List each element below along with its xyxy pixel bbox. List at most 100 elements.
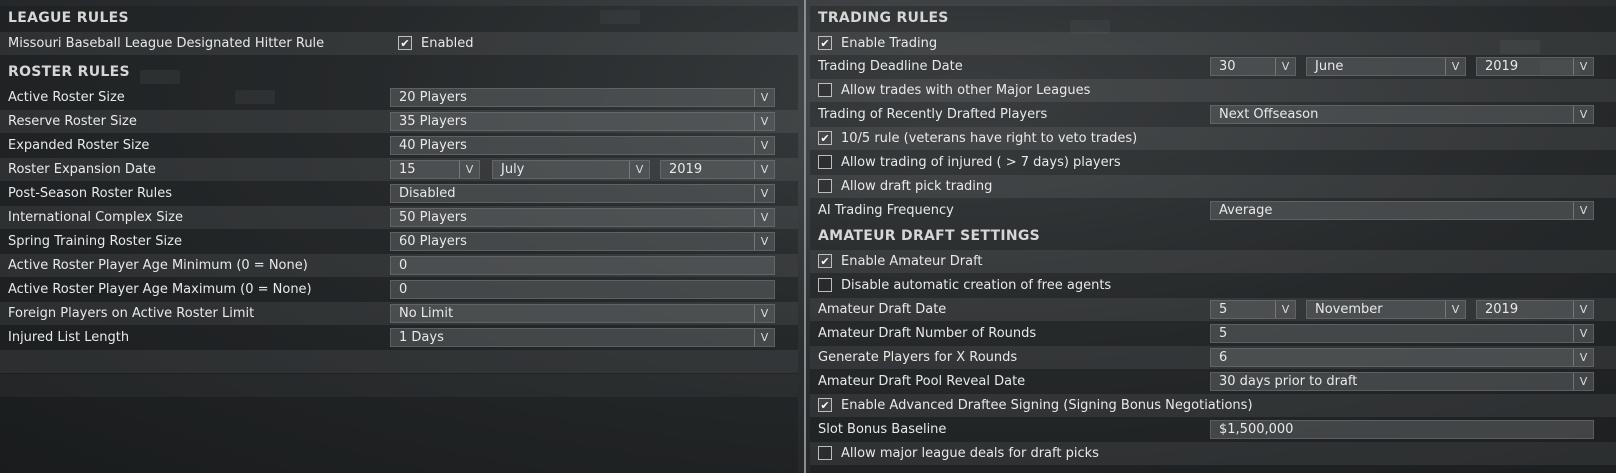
pool-reveal-label: Amateur Draft Pool Reveal Date	[818, 374, 1026, 389]
pool-reveal-value: 30 days prior to draft	[1219, 374, 1358, 389]
draft-year-select[interactable]: 2019 V	[1476, 300, 1594, 319]
ai-frequency-value: Average	[1219, 203, 1273, 218]
slot-bonus-label: Slot Bonus Baseline	[818, 422, 947, 437]
postseason-rules-value: Disabled	[399, 186, 456, 201]
injured-trading-row: Allow trading of injured ( > 7 days) pla…	[810, 151, 1616, 174]
spring-training-row: Spring Training Roster Size 60 Players V	[0, 230, 798, 253]
checkmark-icon: ✔	[820, 254, 830, 268]
draft-month-value: November	[1315, 302, 1383, 317]
advanced-signing-checkbox[interactable]: ✔	[818, 398, 832, 412]
slot-bonus-row: Slot Bonus Baseline $1,500,000	[810, 418, 1616, 441]
postseason-rules-select[interactable]: Disabled V	[390, 184, 775, 203]
dropdown-arrow-icon: V	[754, 233, 774, 250]
age-min-input[interactable]: 0	[390, 256, 775, 275]
draft-pick-trading-checkbox[interactable]	[818, 179, 832, 193]
right-panel: TRADING RULES ✔ Enable Trading Trading D…	[810, 6, 1616, 473]
ten-five-checkbox[interactable]: ✔	[818, 131, 832, 145]
dropdown-arrow-icon: V	[754, 185, 774, 202]
injured-list-value: 1 Days	[399, 330, 444, 345]
intl-complex-select[interactable]: 50 Players V	[390, 208, 775, 227]
deadline-day-select[interactable]: 30 V	[1210, 57, 1296, 76]
expanded-roster-value: 40 Players	[399, 138, 467, 153]
advanced-signing-row: ✔ Enable Advanced Draftee Signing (Signi…	[810, 394, 1616, 417]
spring-training-select[interactable]: 60 Players V	[390, 232, 775, 251]
left-panel: LEAGUE RULES Missouri Baseball League De…	[0, 6, 798, 473]
dropdown-arrow-icon: V	[1573, 301, 1593, 318]
dropdown-arrow-icon: V	[1275, 301, 1295, 318]
generate-rounds-select[interactable]: 6 V	[1210, 348, 1594, 367]
rounds-row: Amateur Draft Number of Rounds 5 V	[810, 322, 1616, 345]
dh-rule-row: Missouri Baseball League Designated Hitt…	[0, 32, 798, 55]
reserve-roster-row: Reserve Roster Size 35 Players V	[0, 110, 798, 133]
expansion-day-select[interactable]: 15 V	[390, 160, 480, 179]
draft-month-select[interactable]: November V	[1306, 300, 1466, 319]
dropdown-arrow-icon: V	[1275, 58, 1295, 75]
rounds-select[interactable]: 5 V	[1210, 324, 1594, 343]
deadline-month-select[interactable]: June V	[1306, 57, 1466, 76]
dropdown-arrow-icon: V	[754, 113, 774, 130]
ai-frequency-select[interactable]: Average V	[1210, 201, 1594, 220]
expansion-year-select[interactable]: 2019 V	[660, 160, 775, 179]
league-rules-header: LEAGUE RULES	[8, 10, 129, 26]
ten-five-label: 10/5 rule (veterans have right to veto t…	[841, 131, 1138, 146]
recently-drafted-select[interactable]: Next Offseason V	[1210, 105, 1594, 124]
dropdown-arrow-icon: V	[1573, 373, 1593, 390]
age-min-row: Active Roster Player Age Minimum (0 = No…	[0, 254, 798, 277]
injured-list-label: Injured List Length	[8, 330, 130, 345]
expanded-roster-select[interactable]: 40 Players V	[390, 136, 775, 155]
other-leagues-checkbox[interactable]	[818, 83, 832, 97]
active-roster-value: 20 Players	[399, 90, 467, 105]
dh-rule-checkbox[interactable]: ✔	[398, 36, 412, 50]
injured-list-select[interactable]: 1 Days V	[390, 328, 775, 347]
age-max-label: Active Roster Player Age Maximum (0 = No…	[8, 282, 312, 297]
dropdown-arrow-icon: V	[1573, 349, 1593, 366]
draft-date-label: Amateur Draft Date	[818, 302, 947, 317]
age-max-input[interactable]: 0	[390, 280, 775, 299]
ai-frequency-label: AI Trading Frequency	[818, 203, 954, 218]
intl-complex-value: 50 Players	[399, 210, 467, 225]
empty-row	[0, 374, 798, 397]
draft-day-select[interactable]: 5 V	[1210, 300, 1296, 319]
major-league-deals-row: Allow major league deals for draft picks	[810, 442, 1616, 465]
dropdown-arrow-icon: V	[1573, 325, 1593, 342]
ten-five-row: ✔ 10/5 rule (veterans have right to veto…	[810, 127, 1616, 150]
dh-rule-label: Missouri Baseball League Designated Hitt…	[8, 36, 325, 51]
draft-day-value: 5	[1219, 302, 1228, 317]
postseason-rules-label: Post-Season Roster Rules	[8, 186, 173, 201]
dropdown-arrow-icon: V	[754, 137, 774, 154]
deadline-year-select[interactable]: 2019 V	[1476, 57, 1594, 76]
empty-row	[0, 350, 798, 373]
enable-draft-checkbox[interactable]: ✔	[818, 254, 832, 268]
foreign-limit-select[interactable]: No Limit V	[390, 304, 775, 323]
pool-reveal-select[interactable]: 30 days prior to draft V	[1210, 372, 1594, 391]
deadline-day-value: 30	[1219, 59, 1236, 74]
slot-bonus-input[interactable]: $1,500,000	[1210, 420, 1594, 439]
dropdown-arrow-icon: V	[754, 329, 774, 346]
deadline-month-value: June	[1315, 59, 1344, 74]
generate-rounds-row: Generate Players for X Rounds 6 V	[810, 346, 1616, 369]
dropdown-arrow-icon: V	[754, 305, 774, 322]
expansion-year-value: 2019	[669, 162, 703, 177]
expansion-month-select[interactable]: July V	[492, 160, 650, 179]
enable-draft-row: ✔ Enable Amateur Draft	[810, 250, 1616, 273]
panel-divider	[804, 0, 806, 473]
expanded-roster-row: Expanded Roster Size 40 Players V	[0, 134, 798, 157]
foreign-limit-row: Foreign Players on Active Roster Limit N…	[0, 302, 798, 325]
disable-free-agents-checkbox[interactable]	[818, 278, 832, 292]
generate-rounds-value: 6	[1219, 350, 1228, 365]
reserve-roster-value: 35 Players	[399, 114, 467, 129]
major-league-deals-checkbox[interactable]	[818, 446, 832, 460]
reserve-roster-select[interactable]: 35 Players V	[390, 112, 775, 131]
enable-trading-checkbox[interactable]: ✔	[818, 36, 832, 50]
enable-trading-row: ✔ Enable Trading	[810, 32, 1616, 55]
active-roster-select[interactable]: 20 Players V	[390, 88, 775, 107]
dropdown-arrow-icon: V	[1573, 202, 1593, 219]
dh-rule-checkbox-label: Enabled	[421, 36, 474, 51]
rounds-label: Amateur Draft Number of Rounds	[818, 326, 1037, 341]
injured-trading-checkbox[interactable]	[818, 155, 832, 169]
age-min-label: Active Roster Player Age Minimum (0 = No…	[8, 258, 308, 273]
expansion-day-value: 15	[399, 162, 416, 177]
pool-reveal-row: Amateur Draft Pool Reveal Date 30 days p…	[810, 370, 1616, 393]
dropdown-arrow-icon: V	[1445, 58, 1465, 75]
draft-pick-trading-label: Allow draft pick trading	[841, 179, 993, 194]
